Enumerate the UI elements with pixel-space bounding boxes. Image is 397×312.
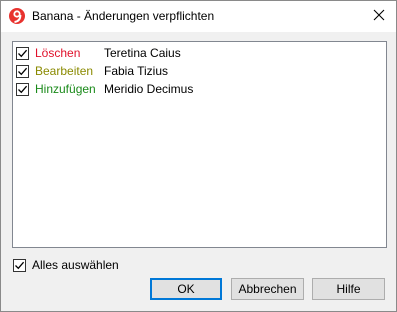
item-checkbox[interactable] bbox=[16, 64, 29, 78]
change-action: Löschen bbox=[35, 46, 81, 60]
banana-logo-icon bbox=[8, 7, 26, 25]
close-icon bbox=[373, 9, 385, 24]
change-name: Fabia Tizius bbox=[104, 64, 169, 78]
change-name: Meridio Decimus bbox=[104, 82, 194, 96]
title-bar: Banana - Änderungen verpflichten bbox=[1, 1, 396, 32]
change-action: Hinzufügen bbox=[35, 82, 96, 96]
change-name: Teretina Caius bbox=[104, 46, 181, 60]
change-action: Bearbeiten bbox=[35, 64, 94, 78]
changes-list[interactable]: Löschen Teretina Caius Bearbeiten Fabia … bbox=[12, 41, 387, 248]
dialog-window: Banana - Änderungen verpflichten Löschen… bbox=[0, 0, 397, 312]
ok-button[interactable]: OK bbox=[150, 278, 222, 300]
item-checkbox[interactable] bbox=[16, 82, 29, 96]
list-item[interactable]: Hinzufügen Meridio Decimus bbox=[16, 80, 193, 98]
list-item[interactable]: Löschen Teretina Caius bbox=[16, 44, 181, 62]
cancel-button[interactable]: Abbrechen bbox=[231, 278, 304, 300]
close-button[interactable] bbox=[362, 1, 396, 31]
help-button[interactable]: Hilfe bbox=[312, 278, 385, 300]
item-checkbox[interactable] bbox=[16, 46, 29, 60]
select-all-label: Alles auswählen bbox=[32, 258, 119, 272]
window-title: Banana - Änderungen verpflichten bbox=[32, 9, 215, 23]
select-all-checkbox[interactable]: Alles auswählen bbox=[13, 257, 119, 273]
select-all-box[interactable] bbox=[13, 258, 26, 272]
list-item[interactable]: Bearbeiten Fabia Tizius bbox=[16, 62, 168, 80]
